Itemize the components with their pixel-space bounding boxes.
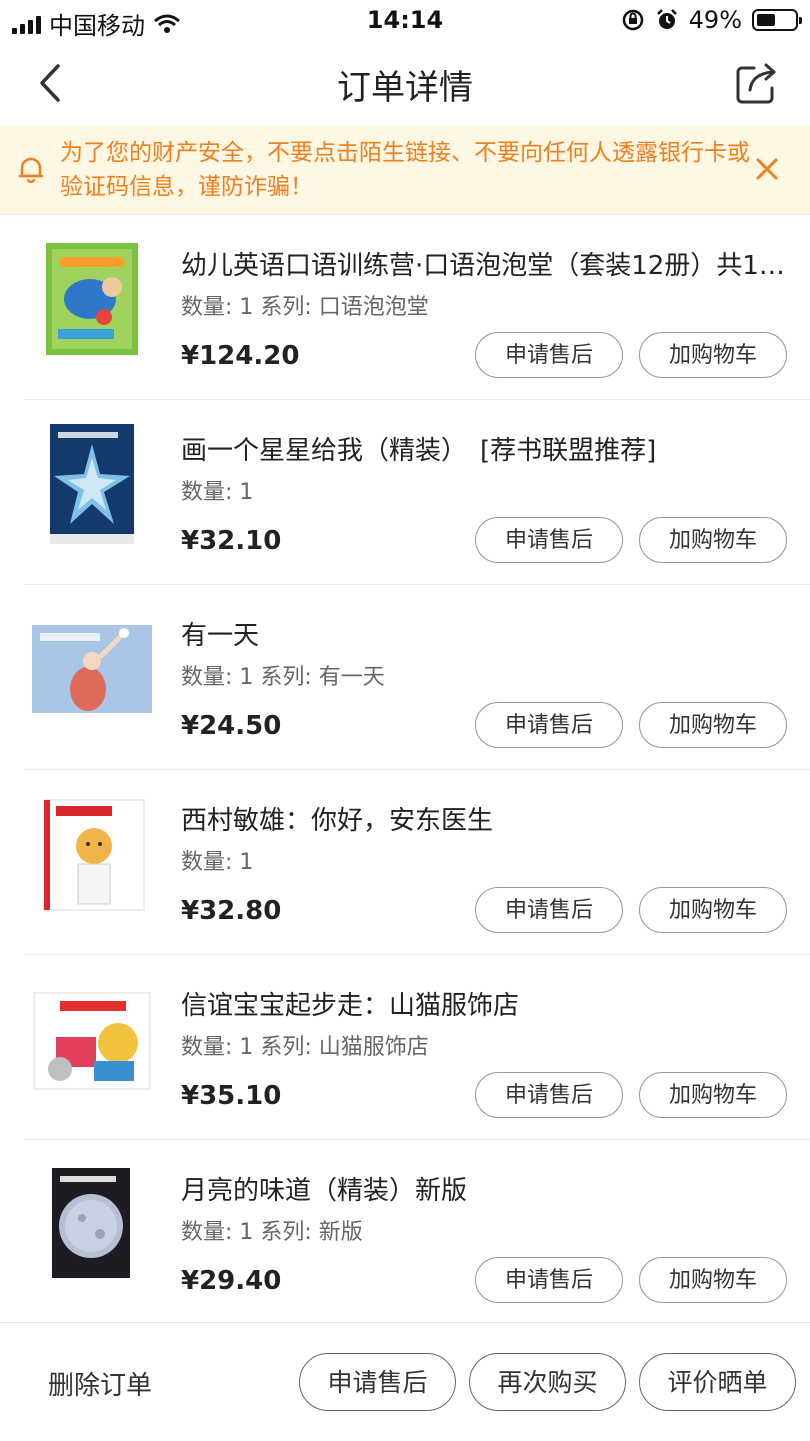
bell-icon [18,157,44,184]
close-icon[interactable] [750,152,784,186]
list-item: 有一天 数量: 1 系列: 有一天 ¥24.50 申请售后 加购物车 [24,585,810,770]
after-sales-button[interactable]: 申请售后 [475,887,623,933]
after-sales-button[interactable]: 申请售后 [475,517,623,563]
list-item: 信谊宝宝起步走：山猫服饰店 数量: 1 系列: 山猫服饰店 ¥35.10 申请售… [24,955,810,1140]
add-to-cart-button[interactable]: 加购物车 [639,1257,787,1303]
item-meta: 数量: 1 系列: 有一天 [181,665,385,690]
alarm-icon [656,9,677,29]
book-cover-image[interactable] [30,977,154,1101]
book-cover-image[interactable] [30,422,154,546]
bottom-action-bar: 删除订单 申请售后 再次购买 评价晒单 [0,1322,810,1441]
add-to-cart-button[interactable]: 加购物车 [639,332,787,378]
status-right: 49% [621,6,802,34]
book-cover-image[interactable] [30,1162,154,1286]
after-sales-button[interactable]: 申请售后 [475,1257,623,1303]
add-to-cart-button[interactable]: 加购物车 [639,517,787,563]
list-item: 月亮的味道（精装）新版 数量: 1 系列: 新版 ¥29.40 申请售后 加购物… [24,1140,810,1325]
after-sales-button[interactable]: 申请售后 [475,332,623,378]
item-title[interactable]: 月亮的味道（精装）新版 [181,1170,791,1207]
battery-percent: 49% [688,6,742,34]
list-item: 西村敏雄：你好，安东医生 数量: 1 ¥32.80 申请售后 加购物车 [24,770,810,955]
list-item: 画一个星星给我（精装） [荐书联盟推荐] 数量: 1 ¥32.10 申请售后 加… [24,400,810,585]
item-price: ¥35.10 [181,1081,282,1111]
rotation-lock-icon [622,9,643,31]
add-to-cart-button[interactable]: 加购物车 [639,887,787,933]
item-title[interactable]: 西村敏雄：你好，安东医生 [181,800,791,837]
review-button[interactable]: 评价晒单 [639,1353,796,1411]
item-price: ¥29.40 [181,1266,282,1296]
page-title: 订单详情 [337,68,473,108]
item-meta: 数量: 1 系列: 新版 [181,1220,363,1245]
item-meta: 数量: 1 系列: 口语泡泡堂 [181,295,429,320]
item-price: ¥24.50 [181,711,282,741]
battery-icon [752,9,802,31]
book-cover-image[interactable] [30,237,154,361]
status-bar: 中国移动 14:14 49% [0,0,810,40]
security-notice: 为了您的财产安全，不要点击陌生链接、不要向任何人透露银行卡或验证码信息，谨防诈骗… [0,126,810,215]
after-sales-button[interactable]: 申请售后 [475,702,623,748]
item-title[interactable]: 有一天 [181,615,791,652]
share-icon[interactable] [732,58,782,108]
item-title[interactable]: 信谊宝宝起步走：山猫服饰店 [181,985,791,1022]
list-item: 幼儿英语口语训练营·口语泡泡堂（套装12册）共12册 数量: 1 系列: 口语泡… [24,215,810,400]
book-cover-image[interactable] [30,607,154,731]
buy-again-button[interactable]: 再次购买 [469,1353,626,1411]
after-sales-button[interactable]: 申请售后 [475,1072,623,1118]
delete-order-button[interactable]: 删除订单 [48,1365,152,1402]
add-to-cart-button[interactable]: 加购物车 [639,702,787,748]
item-meta: 数量: 1 [181,480,254,505]
item-price: ¥124.20 [181,341,300,371]
item-price: ¥32.10 [181,526,282,556]
book-cover-image[interactable] [30,792,154,916]
item-title[interactable]: 幼儿英语口语训练营·口语泡泡堂（套装12册）共12册 [181,245,791,282]
item-price: ¥32.80 [181,896,282,926]
after-sales-button[interactable]: 申请售后 [299,1353,456,1411]
item-meta: 数量: 1 系列: 山猫服饰店 [181,1035,429,1060]
item-title[interactable]: 画一个星星给我（精装） [荐书联盟推荐] [181,430,791,467]
notice-text: 为了您的财产安全，不要点击陌生链接、不要向任何人透露银行卡或验证码信息，谨防诈骗… [60,140,750,200]
navigation-bar: 订单详情 [0,40,810,126]
item-meta: 数量: 1 [181,850,254,875]
add-to-cart-button[interactable]: 加购物车 [639,1072,787,1118]
